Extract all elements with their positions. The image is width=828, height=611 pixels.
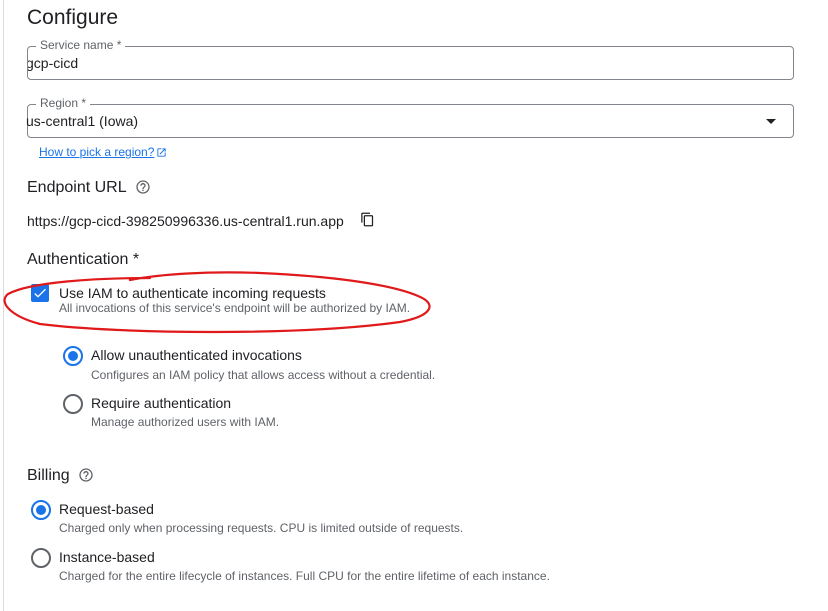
allow-unauthenticated-description: Configures an IAM policy that allows acc…	[91, 368, 436, 382]
pick-region-link[interactable]: How to pick a region?	[39, 145, 167, 159]
service-name-input[interactable]	[28, 47, 793, 79]
require-authentication-radio[interactable]	[63, 394, 83, 414]
request-based-description: Charged only when processing requests. C…	[59, 521, 464, 535]
billing-title: Billing	[27, 467, 70, 484]
iam-checkbox-label: Use IAM to authenticate incoming request…	[59, 285, 326, 301]
instance-based-description: Charged for the entire lifecycle of inst…	[59, 569, 550, 583]
iam-checkbox-description: All invocations of this service's endpoi…	[59, 301, 411, 315]
page-title: Configure	[27, 6, 119, 29]
require-authentication-description: Manage authorized users with IAM.	[91, 415, 280, 429]
authentication-heading: Authentication *	[27, 251, 140, 268]
endpoint-url-title: Endpoint URL	[27, 179, 127, 196]
allow-unauthenticated-label: Allow unauthenticated invocations	[91, 347, 302, 363]
billing-heading: Billing	[27, 467, 94, 485]
instance-based-label: Instance-based	[59, 549, 155, 565]
iam-checkbox[interactable]	[31, 284, 49, 302]
help-icon[interactable]	[135, 179, 151, 195]
request-based-label: Request-based	[59, 501, 154, 517]
endpoint-url-heading: Endpoint URL	[27, 179, 151, 197]
allow-unauthenticated-radio[interactable]	[63, 346, 83, 366]
region-select[interactable]: Region * us-central1 (Iowa)	[26, 96, 794, 138]
open-in-new-icon	[157, 148, 167, 157]
dropdown-arrow-icon[interactable]	[766, 119, 776, 124]
region-value: us-central1 (Iowa)	[26, 113, 139, 129]
left-divider	[3, 0, 4, 611]
request-based-radio[interactable]	[31, 500, 51, 520]
endpoint-url-value: https://gcp-cicd-398250996336.us-central…	[27, 213, 344, 229]
pick-region-link-text: How to pick a region?	[39, 145, 155, 159]
instance-based-radio[interactable]	[31, 548, 51, 568]
service-name-field[interactable]: Service name *	[27, 38, 794, 80]
help-icon[interactable]	[78, 467, 94, 483]
require-authentication-label: Require authentication	[91, 395, 232, 411]
region-label: Region *	[36, 96, 91, 110]
copy-icon[interactable]	[360, 212, 375, 227]
checkmark-icon	[34, 288, 46, 298]
